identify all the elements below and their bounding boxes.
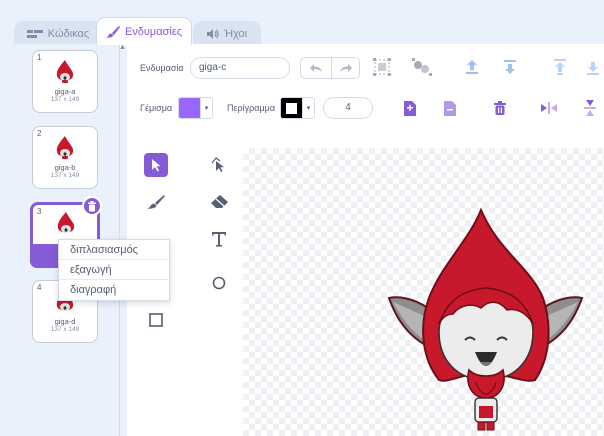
delete-costume-button[interactable] bbox=[82, 196, 102, 216]
costume-size: 137 x 149 bbox=[50, 172, 80, 179]
front-button[interactable] bbox=[548, 55, 572, 79]
menu-item-duplicate[interactable]: διπλασιασμός bbox=[59, 240, 169, 260]
tab-code-label: Κώδικας bbox=[47, 27, 90, 40]
flip-vertical-button[interactable] bbox=[579, 97, 601, 119]
text-icon bbox=[212, 232, 226, 247]
move-forward-icon bbox=[466, 60, 478, 74]
costume-number: 3 bbox=[37, 207, 42, 216]
back-button[interactable] bbox=[582, 55, 604, 79]
menu-item-delete[interactable]: διαγραφή bbox=[59, 280, 169, 300]
redo-icon bbox=[340, 64, 352, 72]
fill-dropdown[interactable]: ▾ bbox=[201, 97, 213, 119]
fill-color-swatch[interactable] bbox=[178, 97, 201, 119]
sound-icon bbox=[206, 28, 219, 39]
ungroup-icon bbox=[412, 58, 432, 76]
bring-to-front-icon bbox=[554, 59, 566, 75]
tab-sounds[interactable]: Ήχοι bbox=[193, 21, 261, 45]
costume-name-input[interactable]: giga-c bbox=[190, 57, 290, 79]
rectangle-tool[interactable] bbox=[144, 308, 168, 332]
undo-redo-group bbox=[300, 57, 360, 79]
text-tool[interactable] bbox=[207, 227, 231, 251]
sprite-thumbnail bbox=[56, 60, 74, 83]
rectangle-icon bbox=[149, 313, 163, 327]
eraser-tool[interactable] bbox=[207, 190, 231, 214]
reshape-tool[interactable] bbox=[207, 153, 231, 177]
stroke-width-input[interactable]: 4 bbox=[323, 97, 373, 119]
redo-button[interactable] bbox=[331, 58, 360, 78]
flip-horizontal-button[interactable] bbox=[538, 97, 560, 119]
flip-horizontal-icon bbox=[541, 102, 557, 114]
sprite-thumbnail bbox=[56, 136, 74, 159]
brush-icon bbox=[105, 25, 120, 38]
brush-icon bbox=[147, 195, 165, 209]
costume-name: giga-a bbox=[54, 87, 76, 96]
send-to-back-icon bbox=[587, 62, 599, 75]
costume-name: giga-d bbox=[54, 317, 76, 326]
tab-sounds-label: Ήχοι bbox=[223, 27, 248, 40]
sprite-artwork bbox=[387, 207, 584, 431]
outline-dropdown[interactable]: ▾ bbox=[303, 97, 315, 119]
cursor-icon bbox=[152, 159, 161, 172]
select-tool[interactable] bbox=[144, 153, 168, 177]
group-button[interactable] bbox=[370, 55, 394, 79]
undo-button[interactable] bbox=[301, 58, 330, 78]
costume-size: 137 x 149 bbox=[50, 326, 80, 333]
forward-button[interactable] bbox=[460, 55, 484, 79]
costume-size: 137 x 149 bbox=[50, 96, 80, 103]
chevron-down-icon: ▾ bbox=[204, 105, 209, 112]
circle-icon bbox=[212, 276, 226, 290]
tab-bar: Κώδικας Ενδυμασίες Ήχοι bbox=[0, 0, 604, 45]
context-menu: διπλασιασμός εξαγωγή διαγραφή bbox=[58, 239, 170, 301]
move-backward-icon bbox=[504, 60, 516, 74]
undo-icon bbox=[309, 64, 322, 72]
brush-tool[interactable] bbox=[144, 190, 168, 214]
paint-editor: Ενδυμασία giga-c Γέμισμα ▾ Περίγραμμα ▾ … bbox=[127, 44, 604, 436]
code-icon bbox=[26, 29, 43, 38]
costume-name-label: Ενδυμασία bbox=[140, 63, 184, 73]
backward-button[interactable] bbox=[498, 55, 522, 79]
sprite-thumbnail bbox=[57, 212, 75, 233]
flip-vertical-icon bbox=[584, 100, 596, 116]
tab-code[interactable]: Κώδικας bbox=[14, 21, 102, 45]
paste-button[interactable] bbox=[439, 97, 461, 119]
outline-color-swatch[interactable] bbox=[280, 97, 303, 119]
tab-costumes-label: Ενδυμασίες bbox=[124, 25, 183, 38]
costume-number: 2 bbox=[37, 129, 42, 138]
chevron-down-icon: ▾ bbox=[306, 105, 311, 112]
group-icon bbox=[373, 58, 391, 76]
circle-tool[interactable] bbox=[207, 271, 231, 295]
costume-number: 1 bbox=[37, 53, 42, 62]
trash-icon bbox=[88, 200, 96, 211]
paint-canvas[interactable] bbox=[243, 148, 604, 436]
trash-icon bbox=[494, 101, 506, 115]
costume-name: giga-b bbox=[54, 163, 76, 172]
outline-label: Περίγραμμα bbox=[227, 103, 276, 113]
menu-item-export[interactable]: εξαγωγή bbox=[59, 260, 169, 280]
copy-button[interactable] bbox=[399, 97, 421, 119]
copy-icon bbox=[404, 100, 416, 116]
costume-item-1[interactable]: 1 giga-a 137 x 149 bbox=[32, 50, 98, 113]
eraser-icon bbox=[211, 195, 228, 208]
ungroup-button[interactable] bbox=[410, 55, 434, 79]
costume-item-2[interactable]: 2 giga-b 137 x 149 bbox=[32, 126, 98, 189]
reshape-icon bbox=[211, 157, 224, 172]
delete-button[interactable] bbox=[489, 97, 511, 119]
scroll-up-arrow[interactable]: ▲ bbox=[119, 44, 127, 54]
tab-costumes[interactable]: Ενδυμασίες bbox=[96, 17, 192, 45]
paste-icon bbox=[444, 100, 456, 116]
fill-label: Γέμισμα bbox=[140, 103, 173, 113]
costume-number: 4 bbox=[37, 283, 42, 292]
